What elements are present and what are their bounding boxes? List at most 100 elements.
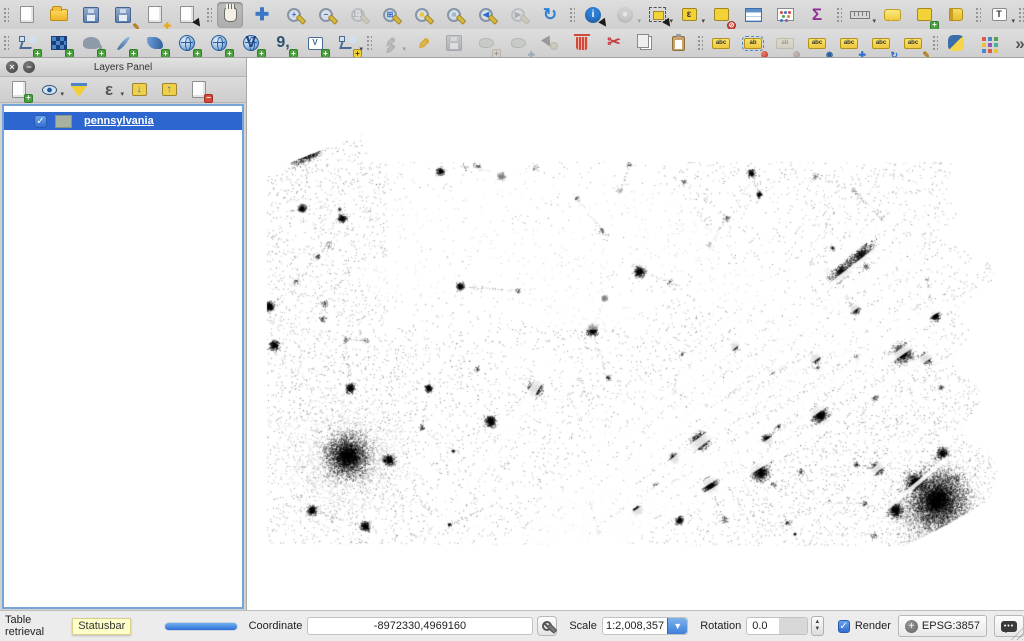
- select-features-button[interactable]: ▾: [644, 2, 670, 28]
- add-wfs-layer-button[interactable]: V+: [238, 30, 264, 56]
- layers-panel-toolbar: +▾ε▾↓↑−: [0, 77, 246, 103]
- stepper-down-icon[interactable]: ▼: [814, 626, 820, 633]
- text-annotation-button[interactable]: T▾: [986, 2, 1012, 28]
- dropdown-arrow-icon[interactable]: ▾: [637, 17, 641, 25]
- copy-features-button[interactable]: [633, 30, 659, 56]
- zoom-in-button[interactable]: +: [281, 2, 307, 28]
- measure-button[interactable]: ▾: [847, 2, 873, 28]
- move-feature-button[interactable]: ✚: [505, 30, 531, 56]
- new-print-composer-button[interactable]: ✚: [142, 2, 168, 28]
- run-feature-action-button[interactable]: ●▾: [612, 2, 638, 28]
- deselect-all-button[interactable]: ⊘: [708, 2, 734, 28]
- zoom-full-button[interactable]: ⊞: [377, 2, 403, 28]
- add-wcs-layer-button[interactable]: +: [206, 30, 232, 56]
- add-group-button[interactable]: +: [7, 79, 31, 101]
- layer-labeling-options-button[interactable]: abc: [708, 30, 734, 56]
- zoom-out-button[interactable]: −: [313, 2, 339, 28]
- change-label-button[interactable]: abc✎: [900, 30, 926, 56]
- add-delimited-text-layer-button[interactable]: 9,+: [270, 30, 296, 56]
- manage-layer-visibility-button[interactable]: ▾: [37, 79, 61, 101]
- save-project-button[interactable]: [78, 2, 104, 28]
- map-refresh-button[interactable]: ↻: [537, 2, 563, 28]
- render-checkbox[interactable]: ✓: [838, 620, 850, 633]
- add-vector-layer-button[interactable]: +: [14, 30, 40, 56]
- cut-features-button[interactable]: ✂: [601, 30, 627, 56]
- add-postgis-layer-button[interactable]: +: [78, 30, 104, 56]
- highlight-pinned-labels-button[interactable]: ab: [772, 30, 798, 56]
- pencil-badge-icon: ✎: [132, 23, 140, 30]
- field-calculator-button[interactable]: [772, 2, 798, 28]
- pin-labels-button[interactable]: ab: [740, 30, 766, 56]
- filter-legend-by-expression-button[interactable]: ε▾: [97, 79, 121, 101]
- node-tool-button[interactable]: [537, 30, 563, 56]
- composer-manager-button[interactable]: [174, 2, 200, 28]
- select-by-expression-button[interactable]: ε▾: [676, 2, 702, 28]
- dropdown-arrow-icon[interactable]: ▾: [872, 17, 876, 25]
- save-layer-edits-button[interactable]: [441, 30, 467, 56]
- move-label-button[interactable]: abc✚: [836, 30, 862, 56]
- new-project-button[interactable]: [14, 2, 40, 28]
- rotation-spinbox[interactable]: 0.0: [746, 617, 808, 635]
- new-spatialite-layer-button[interactable]: V+: [302, 30, 328, 56]
- zoom-to-layer-icon: ■: [447, 8, 461, 22]
- rotation-stepper[interactable]: ▲▼: [811, 616, 823, 636]
- layer-row-pennsylvania[interactable]: ✓ pennsylvania: [4, 112, 242, 130]
- eye-badge-icon: ◉: [826, 51, 833, 58]
- add-spatialite-layer-button[interactable]: +: [110, 30, 136, 56]
- toggle-extents-button[interactable]: [537, 616, 558, 636]
- open-project-button[interactable]: [46, 2, 72, 28]
- statistical-summary-button[interactable]: Σ: [804, 2, 830, 28]
- map-tips-button[interactable]: [879, 2, 905, 28]
- remove-layer-button[interactable]: −: [187, 79, 211, 101]
- python-console-button[interactable]: [943, 30, 969, 56]
- identify-features-button[interactable]: i: [580, 2, 606, 28]
- collapse-all-button[interactable]: ↑: [157, 79, 181, 101]
- glyph: ε: [105, 81, 113, 98]
- paste-features-button[interactable]: [665, 30, 691, 56]
- zoom-last-button[interactable]: ◀: [473, 2, 499, 28]
- dropdown-arrow-icon[interactable]: ▾: [1011, 17, 1015, 25]
- pan-to-selection-button[interactable]: ✚: [249, 2, 275, 28]
- dropdown-arrow-icon[interactable]: ▾: [60, 90, 64, 98]
- delete-selected-button[interactable]: [569, 30, 595, 56]
- show-bookmarks-button[interactable]: [943, 2, 969, 28]
- stepper-up-icon[interactable]: ▲: [814, 619, 820, 626]
- layer-visibility-checkbox[interactable]: ✓: [34, 115, 47, 128]
- dropdown-arrow-icon[interactable]: ▾: [701, 17, 705, 25]
- dropdown-arrow-icon[interactable]: ▾: [402, 45, 406, 53]
- show-hide-labels-button[interactable]: abc◉: [804, 30, 830, 56]
- zoom-actual-size-button[interactable]: 1:1: [345, 2, 371, 28]
- pencil-badge-icon: ✎: [922, 51, 930, 58]
- add-feature-button[interactable]: +: [473, 30, 499, 56]
- scale-combobox[interactable]: 1:2,008,357 ▼: [602, 617, 688, 635]
- rotate-label-button[interactable]: abc↻: [868, 30, 894, 56]
- save-project-as-button[interactable]: ✎: [110, 2, 136, 28]
- processing-toolbox-button[interactable]: [975, 30, 1001, 56]
- zoom-to-layer-button[interactable]: ■: [441, 2, 467, 28]
- map-canvas[interactable]: [247, 58, 1023, 610]
- dropdown-arrow-icon[interactable]: ▾: [359, 45, 363, 53]
- show-hide-labels-icon: abc: [808, 38, 826, 49]
- move-badge-icon: ✚: [527, 51, 535, 58]
- crs-status-button[interactable]: + EPSG:3857: [898, 615, 987, 637]
- zoom-next-button[interactable]: ▶: [505, 2, 531, 28]
- layers-list[interactable]: ✓ pennsylvania: [2, 104, 244, 609]
- new-bookmark-button[interactable]: +: [911, 2, 937, 28]
- open-attribute-table-button[interactable]: [740, 2, 766, 28]
- add-raster-layer-button[interactable]: +: [46, 30, 72, 56]
- dropdown-arrow-icon[interactable]: ▾: [120, 90, 124, 98]
- add-mssql-layer-button[interactable]: +: [142, 30, 168, 56]
- filter-legend-button[interactable]: [67, 79, 91, 101]
- expand-all-button[interactable]: ↓: [127, 79, 151, 101]
- toggle-editing-button[interactable]: ✎: [409, 30, 435, 56]
- current-edits-button[interactable]: ✎✎▾: [377, 30, 403, 56]
- add-wms-layer-button[interactable]: +: [174, 30, 200, 56]
- dropdown-arrow-icon[interactable]: ▾: [669, 17, 673, 25]
- zoom-to-selection-button[interactable]: ■: [409, 2, 435, 28]
- layer-name-label[interactable]: pennsylvania: [84, 115, 154, 127]
- pan-map-button[interactable]: [217, 2, 243, 28]
- new-shapefile-layer-button[interactable]: +▾: [334, 30, 360, 56]
- scale-dropdown-icon[interactable]: ▼: [667, 618, 687, 634]
- toolbar-overflow-button[interactable]: »: [1007, 30, 1024, 56]
- coordinate-input[interactable]: -8972330,4969160: [307, 617, 532, 635]
